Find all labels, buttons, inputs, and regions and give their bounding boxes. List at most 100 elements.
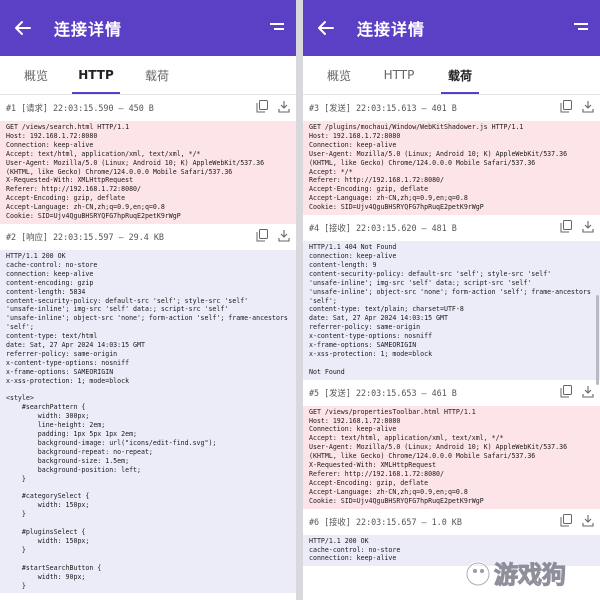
entries-list[interactable]: #3 [发送] 22:03:15.613 — 401 B GET /plugins…: [303, 95, 600, 600]
code-line: Accept-Encoding: gzip, deflate: [309, 478, 429, 487]
code-line: content-type: text/plain; charset=UTF-8: [309, 305, 464, 314]
code-line: background-position: left;: [6, 465, 141, 474]
tab-payload[interactable]: 载荷: [441, 56, 479, 94]
watermark-logo: 游戏狗: [465, 561, 567, 590]
code-line: Host: 192.168.1.72:8080: [6, 131, 98, 140]
code-line: User-Agent: Mozilla/5.0 (Linux; Android …: [6, 158, 265, 167]
entry-actions: [560, 220, 594, 233]
code-line: (KHTML, like Gecko) Chrome/124.0.0.0 Mob…: [309, 158, 536, 167]
code-line: Cookie: SID=Ujv4QguBHSRYQFG7hpRuqE2petK9…: [309, 203, 484, 212]
code-line: x-xss-protection: 1; mode=block: [6, 376, 130, 385]
tab-bar: 概览 HTTP 载荷: [0, 56, 296, 95]
copy-icon[interactable]: [256, 228, 268, 242]
code-line: width: 150px;: [6, 501, 90, 510]
code-line: Accept-Encoding: gzip, deflate: [309, 185, 429, 194]
tab-http[interactable]: HTTP: [72, 56, 120, 94]
code-line: }: [6, 545, 26, 554]
tab-http[interactable]: HTTP: [375, 56, 423, 94]
code-line: connection: keep-alive: [309, 251, 397, 260]
code-line: Host: 192.168.1.72:8080: [309, 131, 401, 140]
right-screen: 连接详情 概览 HTTP 载荷 #3 [发送] 22:03:15.613 — 4…: [303, 0, 600, 600]
entry-block: #2 [响应] 22:03:15.597 — 29.4 KB HTTP/1.1 2…: [0, 223, 296, 594]
code-line: GET /views/search.html HTTP/1.1: [6, 123, 130, 131]
code-line: Host: 192.168.1.72:8080: [309, 416, 401, 425]
code-line: background-repeat: no-repeat;: [6, 447, 153, 456]
code-line: #startSearchButton {: [6, 563, 102, 572]
copy-icon[interactable]: [560, 513, 572, 527]
scrollbar-thumb[interactable]: [596, 295, 599, 385]
download-icon[interactable]: [582, 220, 594, 233]
code-line: <style>: [6, 394, 34, 403]
tab-bar: 概览 HTTP 载荷: [303, 56, 600, 95]
page-title: 连接详情: [357, 20, 426, 39]
code-line: Connection: keep-alive: [6, 140, 94, 149]
entry-actions: [560, 513, 594, 527]
download-icon[interactable]: [582, 385, 594, 398]
code-line: content-length: 5834: [6, 287, 86, 296]
back-arrow-icon[interactable]: [317, 19, 335, 37]
code-line: 'unsafe-inline'; object-src 'none'; form…: [309, 287, 591, 296]
code-line: x-content-type-options: nosniff: [309, 332, 433, 341]
request-body[interactable]: GET /views/propertiesToolbar.html HTTP/1…: [303, 405, 600, 509]
code-line: HTTP/1.1 200 OK: [6, 251, 66, 260]
copy-icon[interactable]: [256, 100, 268, 113]
entry-title: #5 [发送] 22:03:15.653 — 461 B: [309, 387, 457, 398]
code-line: date: Sat, 27 Apr 2024 14:03:15 GMT: [6, 341, 145, 350]
copy-icon[interactable]: [560, 100, 572, 113]
menu-icon[interactable]: [574, 22, 588, 34]
code-line: x-frame-options: SAMEORIGIN: [6, 367, 114, 376]
code-line: width: 300px;: [6, 412, 90, 421]
entry-header: #2 [响应] 22:03:15.597 — 29.4 KB: [0, 223, 296, 250]
entry-actions: [256, 100, 290, 113]
code-line: background-image: url("icons/edit-find.s…: [6, 439, 217, 447]
code-line: connection: keep-alive: [6, 269, 94, 278]
copy-icon[interactable]: [560, 384, 572, 398]
code-line: 'self';: [6, 323, 34, 332]
tab-overview[interactable]: 概览: [18, 56, 54, 94]
code-line: Cookie: SID=Ujv4QguBHSRYQFG7hpRuqE2petK9…: [309, 496, 484, 505]
code-line: content-encoding: gzip: [6, 278, 94, 287]
code-line: x-xss-protection: 1; mode=block: [309, 349, 433, 358]
code-line: }: [6, 581, 26, 590]
code-line: content-length: 9: [309, 260, 377, 269]
entry-header: #4 [接收] 22:03:15.620 — 481 B: [303, 215, 600, 242]
code-line: ​: [6, 555, 290, 564]
download-icon[interactable]: [582, 514, 594, 527]
entry-title: #1 [请求] 22:03:15.590 — 450 B: [6, 103, 154, 113]
watermark-text: 游戏狗: [494, 561, 566, 589]
back-arrow-icon[interactable]: [14, 19, 32, 37]
app-bar: 连接详情: [0, 0, 296, 56]
download-icon[interactable]: [278, 100, 290, 113]
entry-header: #3 [发送] 22:03:15.613 — 401 B: [303, 95, 600, 121]
code-line: padding: 1px 5px 1px 2em;: [6, 430, 138, 439]
entry-title: #2 [响应] 22:03:15.597 — 29.4 KB: [6, 231, 164, 242]
code-line: Accept: */*: [309, 167, 353, 176]
code-line: Accept: text/html, application/xml, text…: [6, 149, 201, 158]
entries-list[interactable]: #1 [请求] 22:03:15.590 — 450 B GET /views/s…: [0, 95, 296, 600]
response-body[interactable]: HTTP/1.1 404 Not Found connection: keep-a…: [303, 241, 600, 380]
response-body[interactable]: HTTP/1.1 200 OK cache-control: no-store co…: [0, 249, 296, 594]
tab-payload[interactable]: 载荷: [138, 56, 176, 94]
entry-block: #3 [发送] 22:03:15.613 — 401 B GET /plugins…: [303, 95, 600, 216]
entry-header: #5 [发送] 22:03:15.653 — 461 B: [303, 379, 600, 406]
entry-title: #4 [接收] 22:03:15.620 — 481 B: [309, 223, 457, 234]
code-line: Referer: http://192.168.1.72:8080/: [6, 185, 141, 194]
request-body[interactable]: GET /plugins/mochaui/Window/WebKitShadow…: [303, 121, 600, 216]
code-line: GET /views/propertiesToolbar.html HTTP/1…: [309, 407, 476, 416]
copy-icon[interactable]: [560, 220, 572, 233]
code-line: }: [6, 474, 26, 483]
request-body[interactable]: GET /views/search.html HTTP/1.1 Host: 192…: [0, 121, 296, 224]
code-line: (KHTML, like Gecko) Chrome/124.0.0.0 Mob…: [309, 452, 536, 461]
download-icon[interactable]: [582, 100, 594, 113]
code-line: Not Found: [309, 367, 345, 376]
code-line: referrer-policy: same-origin: [6, 349, 118, 358]
code-line: Cookie: SID=Ujv4QguBHSRYQFG7hpRuqE2petK9…: [6, 212, 181, 221]
download-icon[interactable]: [278, 229, 290, 242]
code-line: content-security-policy: default-src 'se…: [309, 269, 552, 278]
code-line: Accept: text/html, application/xml, text…: [309, 434, 504, 443]
code-line: (KHTML, like Gecko) Chrome/124.0.0.0 Mob…: [6, 167, 233, 176]
menu-icon[interactable]: [270, 22, 284, 34]
code-line: 'unsafe-inline'; img-src 'self' data:; s…: [309, 278, 532, 287]
tab-overview[interactable]: 概览: [321, 56, 357, 94]
code-line: 'self';: [309, 296, 337, 305]
